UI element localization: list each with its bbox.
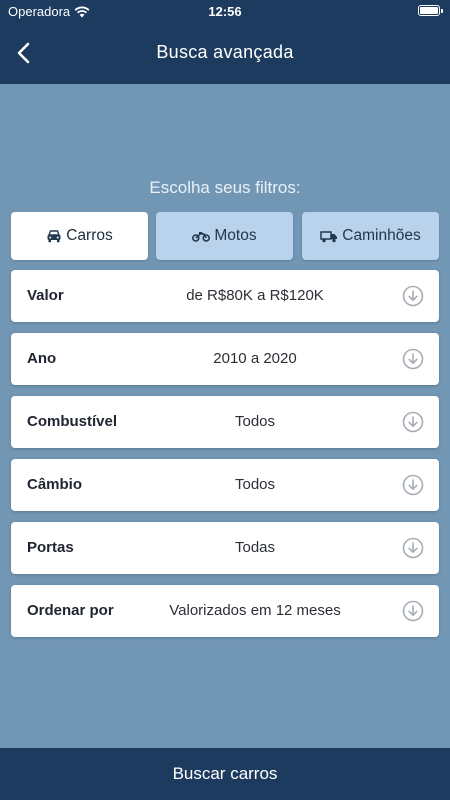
battery-icon [418, 5, 443, 16]
arrow-down-circle-icon [402, 600, 424, 622]
filter-value: de R$80K a R$120K [186, 287, 324, 304]
filter-row-valor[interactable]: Valor de R$80K a R$120K [11, 270, 439, 322]
nav-bar: Busca avançada [0, 22, 450, 84]
filter-value: Valorizados em 12 meses [169, 602, 341, 619]
filters-prompt: Escolha seus filtros: [149, 178, 301, 197]
search-button[interactable]: Buscar carros [0, 748, 450, 800]
tab-motos[interactable]: Motos [156, 212, 293, 260]
filter-label: Câmbio [27, 476, 83, 493]
motorcycle-icon [192, 232, 211, 242]
arrow-down-circle-icon [402, 411, 424, 433]
filter-row-cambio[interactable]: Câmbio Todos [11, 459, 439, 511]
truck-icon [320, 231, 338, 243]
vehicle-type-tabs: Carros Motos Caminhões [11, 212, 439, 260]
arrow-down-circle-icon [402, 285, 424, 307]
tab-caminhoes[interactable]: Caminhões [302, 212, 439, 260]
filter-label: Portas [27, 539, 74, 556]
filter-value: Todos [234, 476, 276, 493]
page-title: Busca avançada [156, 42, 294, 62]
filter-label: Valor [27, 287, 64, 304]
filter-value: Todas [234, 539, 276, 556]
filter-row-combustivel[interactable]: Combustível Todos [11, 396, 439, 448]
arrow-down-circle-icon [402, 474, 424, 496]
tab-caminhoes-label: Caminhões [342, 227, 421, 244]
filter-row-ordenar[interactable]: Ordenar por Valorizados em 12 meses [11, 585, 439, 637]
filter-row-portas[interactable]: Portas Todas [11, 522, 439, 574]
tab-carros-label: Carros [66, 227, 113, 244]
filter-value: 2010 a 2020 [213, 350, 297, 367]
status-bar: Operadora 12:56 [0, 0, 450, 22]
tab-motos-label: Motos [214, 227, 257, 244]
filter-row-ano[interactable]: Ano 2010 a 2020 [11, 333, 439, 385]
arrow-down-circle-icon [402, 348, 424, 370]
car-icon [47, 230, 61, 243]
filter-value: Todos [234, 413, 276, 430]
filter-label: Ano [27, 350, 57, 367]
tab-carros[interactable]: Carros [11, 212, 148, 260]
arrow-down-circle-icon [402, 537, 424, 559]
clock: 12:56 [208, 4, 242, 19]
filter-label: Ordenar por [27, 602, 114, 619]
filter-label: Combustível [27, 413, 118, 430]
